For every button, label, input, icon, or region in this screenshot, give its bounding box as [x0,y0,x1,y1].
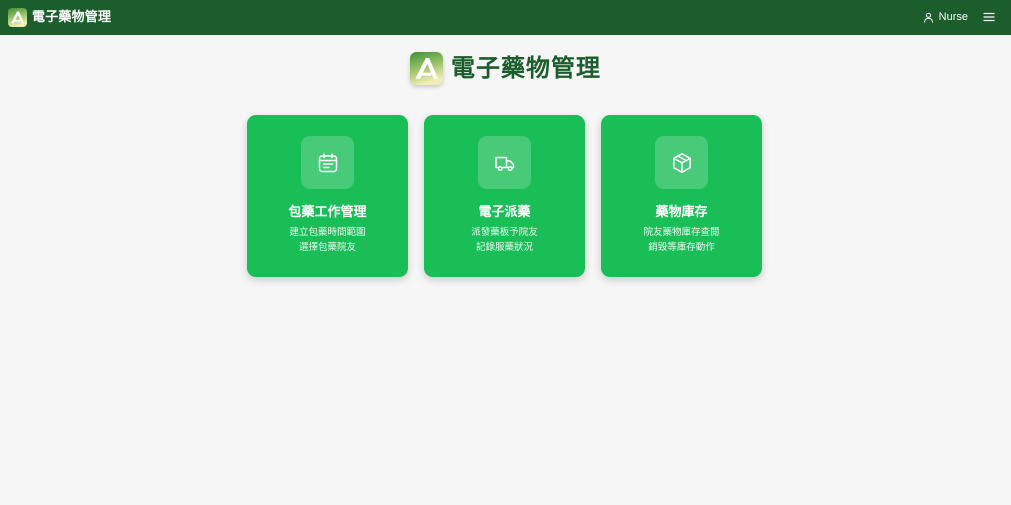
truck-icon [494,156,514,171]
page-title: 電子藥物管理 [451,54,601,82]
card-description-line: 派發藥板予院友 [471,227,538,238]
card-description: 院友藥物庫存查閱 銷毀等庫存動作 [601,225,762,255]
card-title: 藥物庫存 [655,205,708,220]
card-medication-inventory[interactable]: 藥物庫存 院友藥物庫存查閱 銷毀等庫存動作 [601,115,762,277]
feature-cards: 包藥工作管理 建立包藥時間範圍 選擇包藥院友 電子派藥 派發藥板予院友 記錄服藥… [247,115,762,277]
card-icon-container [478,136,531,189]
card-icon-container [655,136,708,189]
user-name-label: Nurse [938,11,968,23]
app-logo-icon [410,51,443,85]
card-description: 建立包藥時間範圍 選擇包藥院友 [247,225,408,255]
hamburger-menu-button[interactable] [983,11,995,23]
top-navigation-bar: 電子藥物管理 Nurse [0,0,1011,35]
card-title: 電子派藥 [478,205,531,220]
card-description-line: 銷毀等庫存動作 [648,242,715,253]
package-box-icon [672,152,691,173]
card-description-line: 記錄服藥狀況 [475,242,533,253]
brand-home-link[interactable]: 電子藥物管理 [8,8,111,27]
user-account-button[interactable]: Nurse [923,9,968,26]
hamburger-menu-icon [983,12,995,22]
card-electronic-dispensing[interactable]: 電子派藥 派發藥板予院友 記錄服藥狀況 [424,115,585,277]
page-heading: 電子藥物管理 [0,51,1011,85]
brand-name: 電子藥物管理 [32,10,112,25]
card-description: 派發藥板予院友 記錄服藥狀況 [424,225,585,255]
calendar-icon [318,152,337,172]
card-description-line: 建立包藥時間範圍 [289,227,366,238]
card-description-line: 選擇包藥院友 [298,242,356,253]
card-description-line: 院友藥物庫存查閱 [643,227,720,238]
card-dispensing-work-management[interactable]: 包藥工作管理 建立包藥時間範圍 選擇包藥院友 [247,115,408,277]
card-title: 包藥工作管理 [288,205,367,220]
user-icon [923,12,933,23]
app-logo-icon [8,8,27,27]
card-icon-container [301,136,354,189]
